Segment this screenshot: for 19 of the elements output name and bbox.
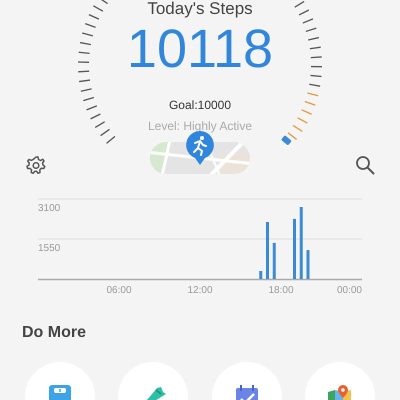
activity-level: Level: Highly Active	[148, 119, 252, 133]
settings-icon[interactable]	[26, 155, 46, 175]
y-axis-label: 3100	[38, 203, 60, 214]
step-bar	[293, 218, 296, 279]
step-count: 10118	[126, 22, 274, 76]
step-bar	[259, 271, 262, 279]
goal-text: Goal:10000	[168, 98, 232, 112]
x-axis-label: 12:00	[187, 285, 213, 296]
step-bar	[300, 207, 303, 279]
step-bar	[266, 222, 269, 279]
x-axis-label: 06:00	[106, 285, 132, 296]
steps-title: Today's Steps	[147, 0, 253, 19]
step-bar	[306, 250, 310, 279]
step-bar	[272, 242, 276, 279]
x-axis-label: 00:00	[336, 285, 362, 296]
search-icon[interactable]	[355, 155, 375, 175]
y-axis-label: 1550	[38, 243, 60, 254]
section-title: Do More	[22, 324, 87, 342]
x-axis-label: 18:00	[268, 285, 294, 296]
